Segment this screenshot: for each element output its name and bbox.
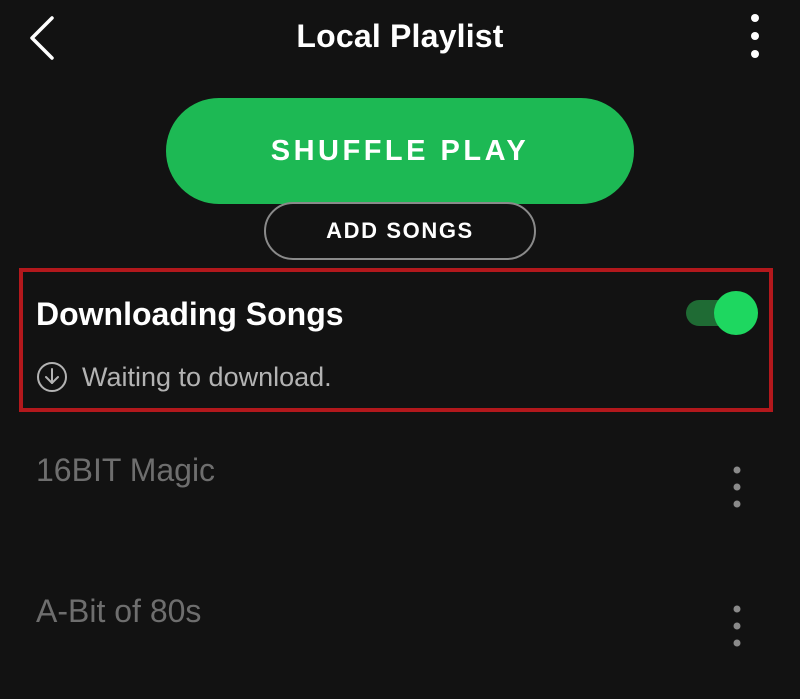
vertical-ellipsis-icon: [751, 14, 759, 58]
download-toggle[interactable]: [684, 291, 758, 335]
list-item[interactable]: A-Bit of 80s: [0, 589, 800, 699]
song-title: 16BIT Magic: [36, 452, 216, 488]
vertical-ellipsis-icon: [733, 466, 741, 508]
downloading-songs-label: Downloading Songs: [36, 296, 344, 332]
download-status-text: Waiting to download.: [82, 362, 332, 392]
shuffle-play-button[interactable]: SHUFFLE PLAY: [166, 98, 634, 204]
vertical-ellipsis-icon: [733, 605, 741, 647]
add-songs-button[interactable]: ADD SONGS: [264, 202, 536, 260]
more-options-button[interactable]: [738, 12, 772, 62]
song-title: A-Bit of 80s: [36, 593, 202, 629]
top-bar: Local Playlist: [0, 0, 800, 80]
song-more-button[interactable]: [722, 464, 752, 514]
download-circle-icon: [36, 361, 68, 393]
toggle-knob: [714, 291, 758, 335]
song-more-button[interactable]: [722, 603, 752, 653]
list-item[interactable]: 16BIT Magic: [0, 448, 800, 558]
page-title: Local Playlist: [296, 18, 504, 54]
